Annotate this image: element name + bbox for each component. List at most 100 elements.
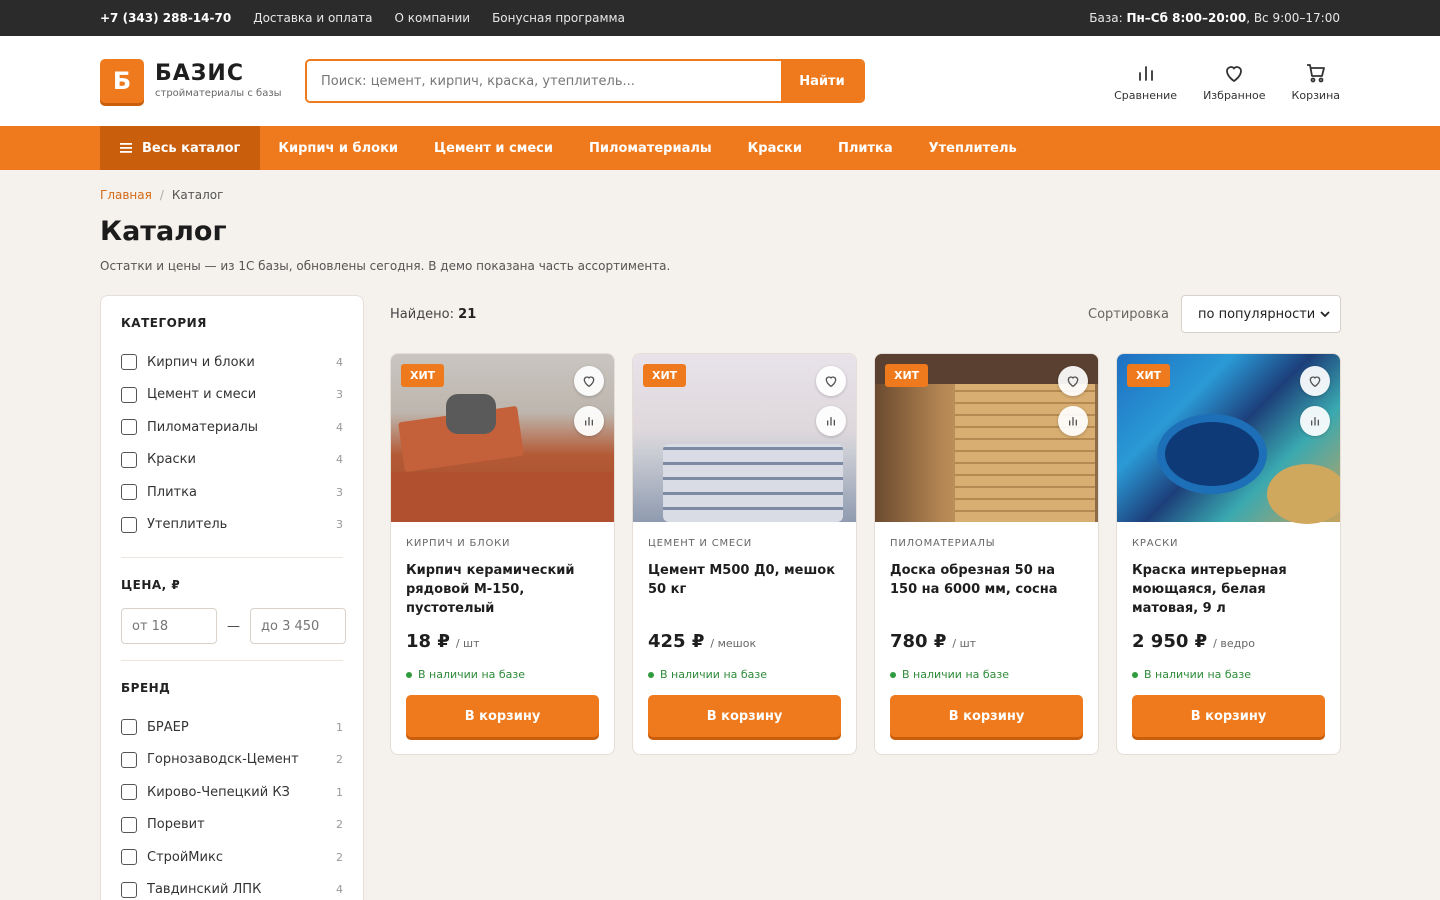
filter-category-option[interactable]: Пиломатериалы 4: [121, 411, 343, 444]
hours-weekdays: Пн–Сб 8:00–20:00: [1126, 11, 1247, 25]
product-name[interactable]: Краска интерьерная моющаяся, белая матов…: [1132, 561, 1325, 621]
compare-button[interactable]: Сравнение: [1114, 61, 1177, 102]
nav-catalog[interactable]: Весь каталог: [100, 126, 261, 170]
checkbox[interactable]: [121, 484, 137, 501]
topbar-link-delivery[interactable]: Доставка и оплата: [253, 11, 372, 25]
product-card[interactable]: ХИТ КРАСКИ Краска интерьерная моющаяся, …: [1116, 353, 1341, 755]
chevron-down-icon: [1320, 311, 1330, 317]
breadcrumb-home[interactable]: Главная: [100, 188, 152, 202]
menu-icon: [120, 143, 132, 153]
price-to-input[interactable]: [250, 608, 346, 644]
nav-item-insulation[interactable]: Утеплитель: [911, 126, 1035, 170]
add-compare-button[interactable]: [574, 406, 604, 436]
product-price: 18 ₽ / шт: [406, 631, 599, 652]
product-image[interactable]: ХИТ: [875, 354, 1098, 522]
breadcrumb-separator: /: [159, 188, 164, 202]
checkbox[interactable]: [121, 719, 137, 736]
filter-brand-option[interactable]: Тавдинский ЛПК 4: [121, 874, 343, 900]
filter-brand-option[interactable]: СтройМикс 2: [121, 841, 343, 874]
nav-item-bricks[interactable]: Кирпич и блоки: [260, 126, 416, 170]
option-label: Плитка: [147, 484, 197, 500]
checkbox[interactable]: [121, 881, 137, 898]
filter-category-option[interactable]: Плитка 3: [121, 476, 343, 509]
price-unit: / шт: [455, 637, 480, 650]
header-actions: Сравнение Избранное Корзина: [1114, 61, 1340, 102]
add-favorite-button[interactable]: [816, 366, 846, 396]
product-image[interactable]: ХИТ: [633, 354, 856, 522]
filter-category-option[interactable]: Цемент и смеси 3: [121, 379, 343, 412]
product-price: 425 ₽ / мешок: [648, 631, 841, 652]
product-category: ЦЕМЕНТ И СМЕСИ: [648, 538, 753, 549]
product-name[interactable]: Цемент М500 Д0, мешок 50 кг: [648, 561, 841, 621]
logo[interactable]: Б БАЗИС стройматериалы с базы: [100, 59, 305, 103]
checkbox[interactable]: [121, 419, 137, 436]
price-unit: / мешок: [710, 637, 757, 650]
add-to-cart-button[interactable]: В корзину: [648, 695, 841, 737]
checkbox[interactable]: [121, 751, 137, 768]
add-favorite-button[interactable]: [1300, 366, 1330, 396]
option-label: БРАЕР: [147, 719, 189, 735]
filter-brand-option[interactable]: Поревит 2: [121, 809, 343, 842]
add-to-cart-button[interactable]: В корзину: [1132, 695, 1325, 737]
add-favorite-button[interactable]: [1058, 366, 1088, 396]
filter-category-option[interactable]: Утеплитель 3: [121, 509, 343, 542]
option-count: 3: [336, 388, 343, 402]
phone-link[interactable]: +7 (343) 288-14-70: [100, 11, 231, 25]
product-name[interactable]: Кирпич керамический рядовой М-150, пусто…: [406, 561, 599, 621]
add-compare-button[interactable]: [1058, 406, 1088, 436]
hit-badge: ХИТ: [643, 364, 687, 387]
nav-item-cement[interactable]: Цемент и смеси: [416, 126, 571, 170]
product-price: 2 950 ₽ / ведро: [1132, 631, 1325, 652]
logo-tagline: стройматериалы с базы: [155, 88, 282, 99]
card-body: ЦЕМЕНТ И СМЕСИ Цемент М500 Д0, мешок 50 …: [633, 522, 856, 737]
checkbox[interactable]: [121, 816, 137, 833]
filter-category-option[interactable]: Краски 4: [121, 444, 343, 477]
filter-category-option[interactable]: Кирпич и блоки 4: [121, 346, 343, 379]
option-label: Цемент и смеси: [147, 387, 257, 403]
topbar-link-bonus[interactable]: Бонусная программа: [492, 11, 625, 25]
checkbox[interactable]: [121, 516, 137, 533]
search-button[interactable]: Найти: [781, 61, 863, 101]
price-from-input[interactable]: [121, 608, 217, 644]
nav-item-lumber[interactable]: Пиломатериалы: [571, 126, 730, 170]
product-listing: Найдено: 21 Сортировка по популярности Х…: [390, 295, 1341, 900]
add-compare-button[interactable]: [1300, 406, 1330, 436]
option-label: Тавдинский ЛПК: [147, 882, 262, 898]
product-image[interactable]: ХИТ: [1117, 354, 1340, 524]
stock-dot-icon: [890, 671, 896, 678]
product-card[interactable]: ХИТ КИРПИЧ И БЛОКИ Кирпич керамический р…: [390, 353, 615, 755]
search-input[interactable]: [307, 61, 781, 101]
compare-icon: [1138, 65, 1153, 81]
found-number: 21: [458, 306, 477, 322]
checkbox[interactable]: [121, 386, 137, 403]
filter-brand-option[interactable]: Кирово-Чепецкий КЗ 1: [121, 776, 343, 809]
product-name[interactable]: Доска обрезная 50 на 150 на 6000 мм, сос…: [890, 561, 1083, 621]
nav-item-tiles[interactable]: Плитка: [820, 126, 911, 170]
favorites-button[interactable]: Избранное: [1203, 61, 1266, 102]
topbar-link-about[interactable]: О компании: [395, 11, 471, 25]
sort-select[interactable]: по популярности: [1181, 295, 1341, 333]
stock-status: В наличии на базе: [1132, 668, 1325, 681]
paint-photo-detail: [1157, 414, 1267, 494]
checkbox[interactable]: [121, 354, 137, 371]
heart-icon: [1067, 376, 1079, 388]
filter-brand-option[interactable]: Горнозаводск-Цемент 2: [121, 744, 343, 777]
option-count: 1: [336, 720, 343, 734]
add-favorite-button[interactable]: [574, 366, 604, 396]
nav-item-paint[interactable]: Краски: [730, 126, 820, 170]
filter-category-title: КАТЕГОРИЯ: [121, 316, 207, 330]
checkbox[interactable]: [121, 784, 137, 801]
add-compare-button[interactable]: [816, 406, 846, 436]
product-category: КРАСКИ: [1132, 538, 1179, 549]
checkbox[interactable]: [121, 849, 137, 866]
logo-mark: Б: [100, 59, 144, 103]
checkbox[interactable]: [121, 451, 137, 468]
product-card[interactable]: ХИТ ПИЛОМАТЕРИАЛЫ Доска обрезная 50 на 1…: [874, 353, 1099, 755]
product-image[interactable]: ХИТ: [391, 354, 614, 522]
product-card[interactable]: ХИТ ЦЕМЕНТ И СМЕСИ Цемент М500 Д0, мешок…: [632, 353, 857, 755]
filter-brand-option[interactable]: БРАЕР 1: [121, 711, 343, 744]
add-to-cart-button[interactable]: В корзину: [890, 695, 1083, 737]
cart-icon: [1306, 63, 1325, 82]
cart-button[interactable]: Корзина: [1292, 61, 1340, 102]
add-to-cart-button[interactable]: В корзину: [406, 695, 599, 737]
